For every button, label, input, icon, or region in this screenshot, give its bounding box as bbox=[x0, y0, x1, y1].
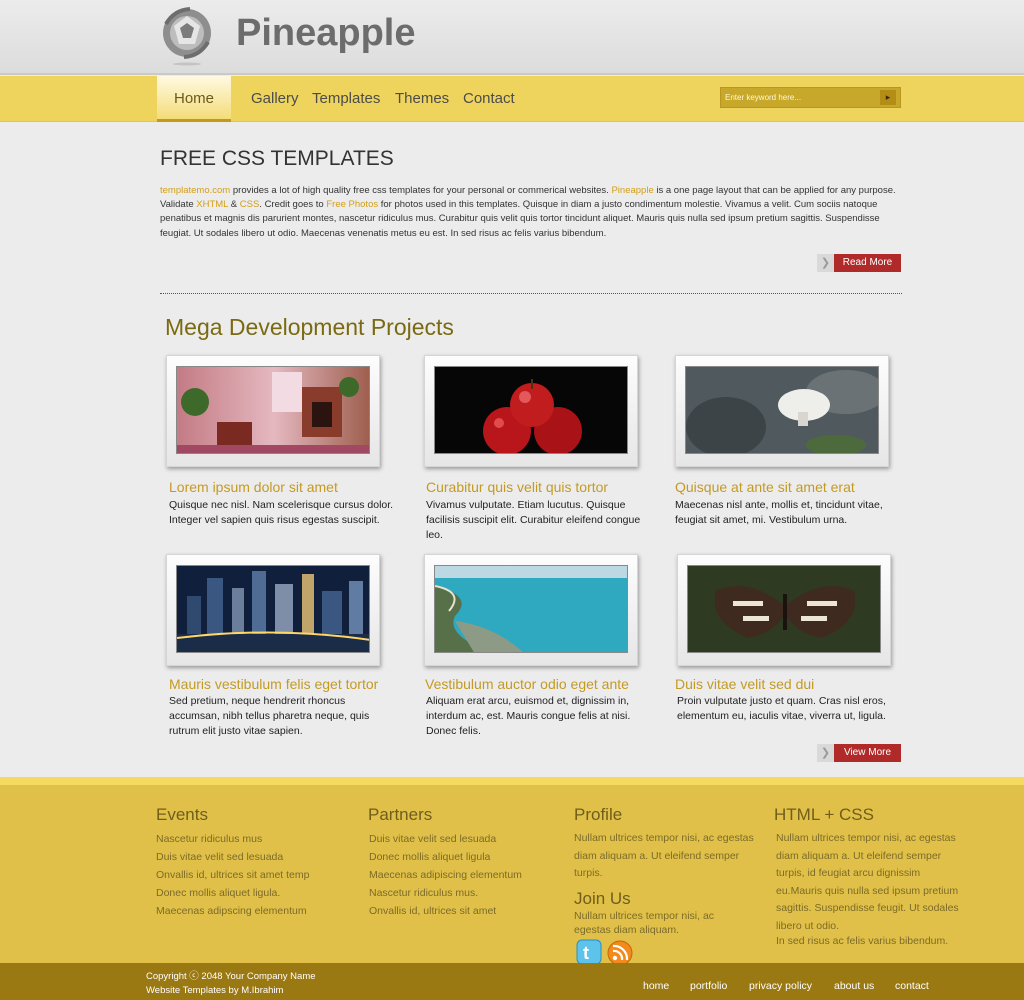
intro-text-4: . Credit goes to bbox=[259, 199, 327, 211]
pineapple-link[interactable]: Pineapple bbox=[611, 185, 653, 196]
view-more-button[interactable]: View More bbox=[834, 744, 901, 762]
search-box: ▸ bbox=[720, 87, 901, 108]
footer-join-text: Nullam ultrices tempor nisi, ac egestas … bbox=[574, 910, 715, 936]
project-card-2[interactable] bbox=[424, 355, 638, 467]
bottom-bar: Copyright ⓒ 2048 Your Company Name Websi… bbox=[0, 963, 1024, 1000]
footer-events-link[interactable]: Donec mollis aliquet ligula. bbox=[156, 887, 280, 899]
mushroom-photo bbox=[685, 366, 879, 454]
intro-paragraph: templatemo.com provides a lot of high qu… bbox=[160, 184, 902, 241]
credits-line[interactable]: Website Templates by M.Ibrahim bbox=[146, 984, 316, 998]
logo-swirl-icon[interactable] bbox=[160, 6, 214, 66]
svg-text:t: t bbox=[583, 943, 589, 963]
project-desc-1: Quisque nec nisl. Nam scelerisque cursus… bbox=[169, 499, 394, 526]
footer-partners-title: Partners bbox=[368, 805, 433, 824]
footer-partners-link[interactable]: Nascetur ridiculus mus. bbox=[369, 887, 478, 899]
twitter-icon[interactable]: t bbox=[576, 939, 602, 965]
footer-partners-link[interactable]: Onvallis id, ultrices sit amet bbox=[369, 905, 496, 917]
projects-title: Mega Development Projects bbox=[165, 314, 454, 340]
bottom-link-contact[interactable]: contact bbox=[895, 980, 929, 992]
nav-gallery[interactable]: Gallery bbox=[251, 76, 299, 122]
project-desc-4: Sed pretium, neque hendrerit rhoncus acc… bbox=[169, 695, 370, 737]
city-night-photo bbox=[176, 565, 370, 653]
templatemo-link[interactable]: templatemo.com bbox=[160, 185, 230, 196]
header: Pineapple bbox=[0, 0, 1024, 75]
project-desc-3: Maecenas nisl ante, mollis et, tincidunt… bbox=[675, 499, 883, 526]
footer-events-link[interactable]: Nascetur ridiculus mus bbox=[156, 833, 262, 845]
read-more-button[interactable]: Read More bbox=[834, 254, 901, 272]
nav-contact[interactable]: Contact bbox=[463, 76, 515, 122]
footer-events-link[interactable]: Onvallis id, ultrices sit amet temp bbox=[156, 869, 309, 881]
project-desc-2: Vivamus vulputate. Etiam lucutus. Quisqu… bbox=[426, 499, 641, 541]
footer-events-link[interactable]: Maecenas adipscing elementum bbox=[156, 905, 307, 917]
footer-partners-link[interactable]: Donec mollis aliquet ligula bbox=[369, 851, 490, 863]
free-photos-link[interactable]: Free Photos bbox=[326, 199, 378, 210]
footer-profile-text: Nullam ultrices tempor nisi, ac egestas … bbox=[574, 832, 754, 879]
footer-partners-link[interactable]: Duis vitae velit sed lesuada bbox=[369, 833, 496, 845]
project-title-2[interactable]: Curabitur quis velit quis tortor bbox=[426, 479, 608, 495]
intro-title: FREE CSS TEMPLATES bbox=[160, 147, 394, 170]
footer-partners-link[interactable]: Maecenas adipiscing elementum bbox=[369, 869, 522, 881]
red-apples-photo bbox=[434, 366, 628, 454]
project-title-1[interactable]: Lorem ipsum dolor sit amet bbox=[169, 479, 338, 495]
intro-text-1: provides a lot of high quality free css … bbox=[230, 185, 612, 196]
arrow-right-icon: ❯ bbox=[817, 744, 834, 762]
intro-text-3: & bbox=[228, 199, 240, 211]
project-title-5[interactable]: Vestibulum auctor odio eget ante bbox=[425, 676, 629, 692]
project-title-6[interactable]: Duis vitae velit sed dui bbox=[675, 676, 814, 692]
site-title[interactable]: Pineapple bbox=[236, 12, 416, 55]
project-desc-6: Proin vulputate justo et quam. Cras nisl… bbox=[677, 695, 886, 722]
project-card-6[interactable] bbox=[677, 554, 891, 666]
bottom-link-portfolio[interactable]: portfolio bbox=[690, 980, 727, 992]
arrow-right-icon: ❯ bbox=[817, 254, 834, 272]
nav-home[interactable]: Home bbox=[157, 76, 231, 122]
search-input[interactable] bbox=[725, 90, 875, 105]
footer: Events Nascetur ridiculus mus Duis vitae… bbox=[0, 777, 1024, 966]
project-card-4[interactable] bbox=[166, 554, 380, 666]
footer-events-title: Events bbox=[156, 805, 208, 824]
main-nav: Home Gallery Templates Themes Contact ▸ bbox=[0, 76, 1024, 122]
section-divider bbox=[160, 293, 902, 294]
footer-join-title: Join Us bbox=[574, 889, 631, 908]
project-title-4[interactable]: Mauris vestibulum felis eget tortor bbox=[169, 676, 378, 692]
search-button[interactable]: ▸ bbox=[880, 90, 896, 105]
bottom-link-privacy[interactable]: privacy policy bbox=[749, 980, 812, 992]
footer-profile-title: Profile bbox=[574, 805, 623, 824]
footer-htmlcss-title: HTML + CSS bbox=[774, 805, 874, 824]
copyright-line: Copyright ⓒ 2048 Your Company Name bbox=[146, 971, 316, 982]
bottom-link-about[interactable]: about us bbox=[834, 980, 874, 992]
project-title-3[interactable]: Quisque at ante sit amet erat bbox=[675, 479, 855, 495]
footer-htmlcss-text-2: In sed risus ac felis varius bibendum. bbox=[776, 935, 949, 947]
nav-templates[interactable]: Templates bbox=[312, 76, 380, 122]
bottom-link-home[interactable]: home bbox=[643, 980, 669, 992]
project-card-5[interactable] bbox=[424, 554, 638, 666]
project-card-3[interactable] bbox=[675, 355, 889, 467]
xhtml-link[interactable]: XHTML bbox=[196, 199, 228, 210]
nav-themes[interactable]: Themes bbox=[395, 76, 449, 122]
project-card-1[interactable] bbox=[166, 355, 380, 467]
css-link[interactable]: CSS bbox=[240, 199, 260, 210]
footer-htmlcss-text: Nullam ultrices tempor nisi, ac egestas … bbox=[776, 832, 959, 932]
footer-events-link[interactable]: Duis vitae velit sed lesuada bbox=[156, 851, 283, 863]
living-room-photo bbox=[176, 366, 370, 454]
coastline-photo bbox=[434, 565, 628, 653]
butterfly-photo bbox=[687, 565, 881, 653]
copyright: Copyright ⓒ 2048 Your Company Name Websi… bbox=[146, 970, 316, 998]
project-desc-5: Aliquam erat arcu, euismod et, dignissim… bbox=[426, 695, 631, 737]
